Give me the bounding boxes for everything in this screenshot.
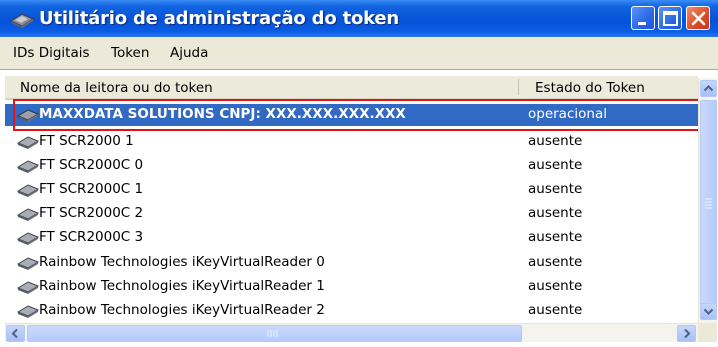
reader-icon <box>16 134 40 150</box>
reader-icon <box>16 279 40 295</box>
column-divider[interactable] <box>518 79 519 95</box>
row-state: ausente <box>528 205 583 221</box>
column-header-name[interactable]: Nome da leitora ou do token <box>20 80 213 96</box>
minimize-button[interactable] <box>631 6 655 30</box>
table-row[interactable]: FT SCR2000C 3 ausente <box>5 227 698 249</box>
reader-icon <box>16 303 40 319</box>
scroll-right-icon <box>684 328 691 339</box>
table-row[interactable]: Rainbow Technologies iKeyVirtualReader 2… <box>5 300 698 322</box>
row-state: ausente <box>528 254 583 270</box>
row-state: ausente <box>528 278 583 294</box>
grip-icon <box>705 198 712 209</box>
close-button[interactable] <box>686 6 710 30</box>
horizontal-scrollbar[interactable] <box>5 323 698 342</box>
row-name: Rainbow Technologies iKeyVirtualReader 2 <box>39 302 325 318</box>
scroll-left-icon <box>11 328 18 339</box>
token-admin-window: Utilitário de administração do token IDs… <box>0 0 718 347</box>
row-name: FT SCR2000C 2 <box>39 205 144 221</box>
vertical-scroll-thumb[interactable] <box>700 100 717 310</box>
selection-highlight-box <box>13 99 700 131</box>
vertical-scrollbar[interactable] <box>698 78 717 323</box>
row-name: Rainbow Technologies iKeyVirtualReader 1 <box>39 278 325 294</box>
scroll-right-button[interactable] <box>677 325 696 342</box>
reader-icon <box>16 158 40 174</box>
row-state: ausente <box>528 157 583 173</box>
list-header: Nome da leitora ou do token Estado do To… <box>5 76 698 100</box>
reader-icon <box>16 255 40 271</box>
table-row[interactable]: Rainbow Technologies iKeyVirtualReader 1… <box>5 276 698 298</box>
column-header-state[interactable]: Estado do Token <box>535 80 645 96</box>
table-row[interactable]: FT SCR2000C 2 ausente <box>5 203 698 225</box>
menu-token[interactable]: Token <box>111 45 149 61</box>
reader-icon <box>16 230 40 246</box>
menu-bar: IDs Digitais Token Ajuda <box>0 37 718 69</box>
row-state: ausente <box>528 302 583 318</box>
row-name: FT SCR2000C 0 <box>39 157 144 173</box>
grip-icon <box>267 330 278 337</box>
maximize-button[interactable] <box>658 6 682 30</box>
menu-ajuda[interactable]: Ajuda <box>170 45 208 61</box>
title-bar[interactable]: Utilitário de administração do token <box>0 0 718 37</box>
close-icon <box>691 11 706 26</box>
row-name: FT SCR2000 1 <box>39 133 134 149</box>
scroll-left-button[interactable] <box>6 325 25 342</box>
row-name: Rainbow Technologies iKeyVirtualReader 0 <box>39 254 325 270</box>
table-row[interactable]: FT SCR2000C 0 ausente <box>5 155 698 177</box>
horizontal-scroll-thumb[interactable] <box>27 325 522 342</box>
scroll-down-button[interactable] <box>700 303 717 320</box>
row-name: FT SCR2000C 3 <box>39 229 144 245</box>
reader-icon <box>16 182 40 198</box>
scroll-up-icon <box>703 85 714 92</box>
menu-ids-digitais[interactable]: IDs Digitais <box>13 45 90 61</box>
table-row[interactable]: FT SCR2000 1 ausente <box>5 131 698 153</box>
minimize-icon <box>638 22 646 25</box>
table-row[interactable]: Rainbow Technologies iKeyVirtualReader 0… <box>5 252 698 274</box>
row-name: FT SCR2000C 1 <box>39 181 144 197</box>
reader-icon <box>16 206 40 222</box>
scroll-down-icon <box>703 308 714 315</box>
maximize-icon <box>663 11 678 26</box>
scrollbar-corner <box>698 323 717 342</box>
row-state: ausente <box>528 181 583 197</box>
table-row[interactable]: FT SCR2000C 1 ausente <box>5 179 698 201</box>
scroll-up-button[interactable] <box>700 80 717 97</box>
window-title: Utilitário de administração do token <box>39 8 400 29</box>
row-state: ausente <box>528 229 583 245</box>
row-state: ausente <box>528 133 583 149</box>
token-icon <box>9 9 35 29</box>
